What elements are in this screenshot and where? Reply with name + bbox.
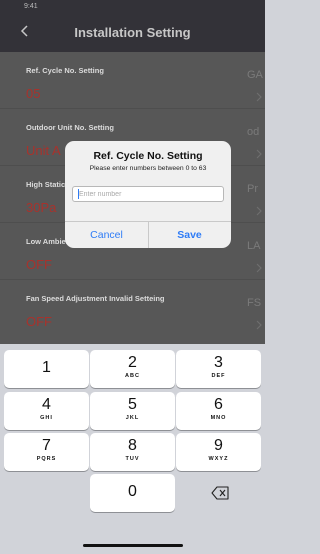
key-1[interactable]: 1 xyxy=(4,350,89,388)
key-9[interactable]: 9 WXYZ xyxy=(176,433,261,471)
key-digit: 3 xyxy=(214,354,223,371)
key-5[interactable]: 5 JKL xyxy=(90,392,175,430)
key-2[interactable]: 2 ABC xyxy=(90,350,175,388)
key-6[interactable]: 6 MNO xyxy=(176,392,261,430)
setting-value: 05 xyxy=(26,86,41,101)
setting-right-label: GA xyxy=(247,69,263,81)
setting-right-label: FS xyxy=(247,297,262,309)
setting-value: OFF xyxy=(26,314,52,329)
save-button[interactable]: Save xyxy=(148,222,231,248)
key-letters: TUV xyxy=(125,456,140,462)
status-time: 9:41 xyxy=(24,3,38,10)
dialog-title: Ref. Cycle No. Setting xyxy=(93,150,203,162)
dialog-message: Please enter numbers between 0 to 63 xyxy=(89,165,207,172)
setting-right-label: od xyxy=(247,126,260,138)
key-8[interactable]: 8 TUV xyxy=(90,433,175,471)
setting-right-label: LA xyxy=(247,240,261,252)
setting-value: OFF xyxy=(26,257,52,272)
app-screen: 9:41 Installation Setting Ref. Cycle No.… xyxy=(0,0,265,554)
setting-label: Ref. Cycle No. Setting xyxy=(26,66,104,75)
setting-label: Fan Speed Adjustment Invalid Setteing xyxy=(26,294,165,303)
setting-value: 30Pa xyxy=(26,200,57,215)
key-4[interactable]: 4 GHI xyxy=(4,392,89,430)
key-digit: 0 xyxy=(128,483,137,500)
key-digit: 6 xyxy=(214,396,223,413)
page-title: Installation Setting xyxy=(74,25,191,40)
key-letters: MNO xyxy=(210,415,227,421)
key-3[interactable]: 3 DEF xyxy=(176,350,261,388)
chevron-right-icon xyxy=(256,263,262,273)
chevron-right-icon xyxy=(256,149,262,159)
backspace-key[interactable] xyxy=(176,474,261,512)
backspace-icon xyxy=(211,486,229,500)
key-letters: GHI xyxy=(40,415,53,421)
key-0[interactable]: 0 xyxy=(90,474,175,512)
cancel-button[interactable]: Cancel xyxy=(65,222,148,248)
key-letters: PQRS xyxy=(36,456,57,462)
text-cursor xyxy=(78,189,79,199)
key-digit: 1 xyxy=(42,359,51,376)
home-indicator xyxy=(83,544,183,547)
key-letters: WXYZ xyxy=(208,456,229,462)
setting-fan-speed-adjustment[interactable]: Fan Speed Adjustment Invalid Setteing OF… xyxy=(0,280,265,337)
key-digit: 8 xyxy=(128,437,137,454)
key-7[interactable]: 7 PQRS xyxy=(4,433,89,471)
setting-label: Outdoor Unit No. Setting xyxy=(26,123,114,132)
key-digit: 7 xyxy=(42,437,51,454)
key-letters: ABC xyxy=(125,373,140,379)
number-input[interactable] xyxy=(72,186,224,202)
key-letters: DEF xyxy=(211,373,226,379)
key-digit: 9 xyxy=(214,437,223,454)
ref-cycle-dialog: Ref. Cycle No. Setting Please enter numb… xyxy=(65,141,231,248)
chevron-right-icon xyxy=(256,92,262,102)
key-digit: 2 xyxy=(128,354,137,371)
app-header: 9:41 Installation Setting xyxy=(0,0,265,52)
setting-value: Unit A xyxy=(26,143,61,158)
key-digit: 5 xyxy=(128,396,137,413)
chevron-right-icon xyxy=(256,320,262,330)
numeric-keypad: 1 2 ABC 3 DEF 4 GHI 5 JKL 6 MNO 7 PQRS 8… xyxy=(0,344,265,554)
setting-ref-cycle-no[interactable]: Ref. Cycle No. Setting 05 GA xyxy=(0,52,265,109)
setting-right-label: Pr xyxy=(247,183,258,195)
key-digit: 4 xyxy=(42,396,51,413)
chevron-right-icon xyxy=(256,206,262,216)
key-letters: JKL xyxy=(125,415,140,421)
